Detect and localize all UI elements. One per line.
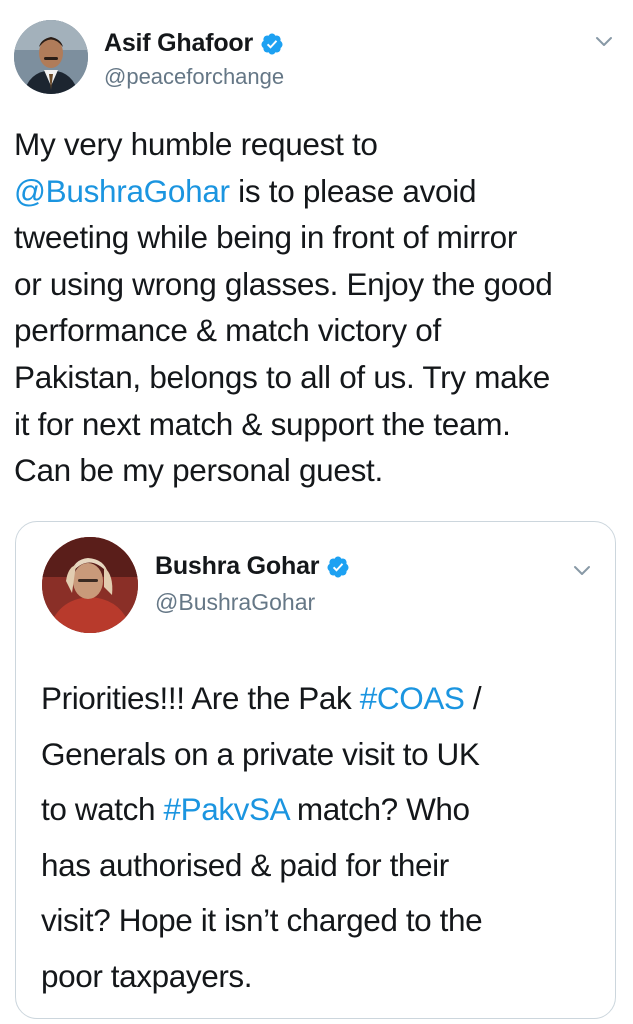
quoted-author-name-row: Bushra Gohar — [155, 552, 350, 581]
tweet-text-line: My very humble request to — [14, 126, 378, 162]
quoted-author-handle[interactable]: @BushraGohar — [155, 589, 315, 616]
tweet-text-line: it for next match & support the team. — [14, 405, 511, 442]
quoted-avatar-photo — [42, 537, 138, 633]
tweet-text-line: tweeting while being in front of mirror — [14, 219, 518, 256]
tweet-text-line: performance & match victory of — [14, 312, 441, 349]
quoted-text-line: poor taxpayers. — [41, 957, 253, 994]
quoted-text-line: visit? Hope it isn’t charged to the — [41, 902, 483, 938]
tweet-text: My very humble request to @BushraGohar i… — [14, 121, 619, 494]
quoted-text-span: Priorities!!! Are the Pak — [41, 680, 360, 716]
verified-badge-icon — [261, 33, 283, 54]
tweet-text-line: @BushraGohar is to please avoid — [14, 168, 619, 215]
tweet-text-line: or using wrong glasses. Enjoy the good — [14, 265, 553, 302]
quoted-text-span: match? Who — [288, 791, 470, 827]
tweet-text-line: Pakistan, belongs to all of us. Try make — [14, 358, 551, 395]
quoted-tweet-card[interactable]: Bushra Gohar @BushraGohar Priorities!!! … — [15, 521, 616, 1019]
quoted-tweet-text: Priorities!!! Are the Pak #COAS / Genera… — [41, 671, 601, 1004]
mention-link[interactable]: @BushraGohar — [14, 173, 230, 209]
tweet-header: Asif Ghafoor @peaceforchange — [14, 20, 619, 100]
quoted-text-span: / — [464, 680, 482, 716]
quoted-text-line: has authorised & paid for their — [41, 846, 449, 883]
author-display-name[interactable]: Asif Ghafoor — [104, 29, 253, 58]
author-name-row: Asif Ghafoor — [104, 29, 284, 58]
quoted-text-line: to watch #PakvSA match? Who — [41, 782, 601, 838]
quoted-text-line: Priorities!!! Are the Pak #COAS / — [41, 671, 601, 727]
verified-badge-icon — [327, 556, 349, 577]
quoted-avatar[interactable] — [42, 537, 138, 633]
hashtag-link[interactable]: #PakvSA — [163, 791, 288, 827]
chevron-down-icon[interactable] — [593, 30, 615, 52]
quoted-text-span: to watch — [41, 791, 164, 827]
quoted-author-display-name[interactable]: Bushra Gohar — [155, 552, 320, 581]
tweet-text-line: Can be my personal guest. — [14, 452, 383, 489]
avatar-photo — [14, 20, 88, 94]
hashtag-link[interactable]: #COAS — [360, 680, 465, 716]
quoted-text-line: Generals on a private visit to UK — [41, 735, 480, 772]
chevron-down-icon[interactable] — [571, 559, 593, 581]
tweet-text-span: is to please avoid — [229, 172, 477, 209]
author-handle[interactable]: @peaceforchange — [104, 64, 284, 90]
avatar[interactable] — [14, 20, 88, 94]
